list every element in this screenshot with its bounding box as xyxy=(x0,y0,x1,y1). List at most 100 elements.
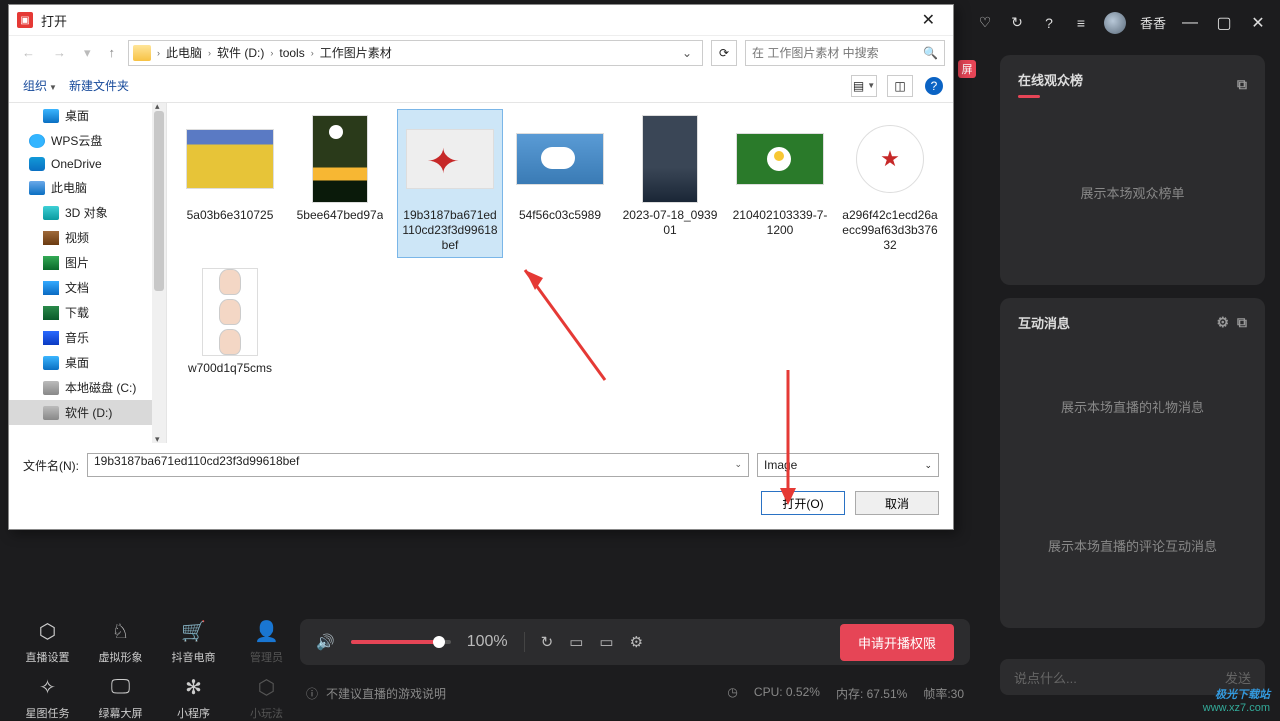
avatar[interactable] xyxy=(1104,12,1126,34)
tool-虚拟形象[interactable]: ♘虚拟形象 xyxy=(93,619,148,665)
tool-icon: ⬡ xyxy=(255,675,279,699)
breadcrumb-seg[interactable]: 工作图片素材 xyxy=(316,42,396,63)
tree-item[interactable]: OneDrive xyxy=(9,153,166,175)
file-item[interactable]: 54f56c03c5989 xyxy=(507,109,613,258)
screen2-icon[interactable]: ▭ xyxy=(599,633,613,651)
tool-icon: ✧ xyxy=(36,675,60,699)
tree-item-label: WPS云盘 xyxy=(51,132,102,149)
file-item[interactable]: 19b3187ba671ed110cd23f3d99618bef xyxy=(397,109,503,258)
status-bar: ⓘ 不建议直播的游戏说明 ◷ CPU: 0.52% 内存: 67.51% 帧率:… xyxy=(300,685,970,702)
panel-messages-body1: 展示本场直播的礼物消息 xyxy=(1000,397,1265,416)
tree-item-label: 3D 对象 xyxy=(65,204,108,221)
info-icon[interactable]: ⓘ xyxy=(306,685,318,702)
tool-icon: ✻ xyxy=(182,675,206,699)
close-button[interactable]: ✕ xyxy=(1248,13,1268,33)
apply-broadcast-button[interactable]: 申请开播权限 xyxy=(840,624,954,661)
tool-直播设置[interactable]: ⬡直播设置 xyxy=(20,619,75,665)
panel-messages-title: 互动消息 xyxy=(1018,313,1070,332)
tree-item[interactable]: 音乐 xyxy=(9,325,166,350)
minimize-button[interactable]: — xyxy=(1180,13,1200,33)
search-icon[interactable]: 🔍 xyxy=(923,46,938,60)
panel-messages: 互动消息 ⚙ ⧉ 展示本场直播的礼物消息 展示本场直播的评论互动消息 xyxy=(1000,298,1265,628)
tree-item[interactable]: 桌面 xyxy=(9,350,166,375)
dialog-footer: 文件名(N): 19b3187ba671ed110cd23f3d99618bef… xyxy=(9,443,953,529)
search-input[interactable]: 在 工作图片素材 中搜索 🔍 xyxy=(745,40,945,66)
tree-item[interactable]: 3D 对象 xyxy=(9,200,166,225)
heart-icon[interactable]: ♡ xyxy=(976,14,994,32)
refresh-button[interactable]: ⟳ xyxy=(711,40,737,66)
tool-星图任务[interactable]: ✧星图任务 xyxy=(20,675,75,721)
breadcrumb[interactable]: › 此电脑› 软件 (D:)› tools› 工作图片素材 ⌄ xyxy=(128,40,703,66)
refresh-icon[interactable]: ↻ xyxy=(541,633,554,651)
status-left[interactable]: 不建议直播的游戏说明 xyxy=(326,685,446,702)
file-item[interactable]: a296f42c1ecd26aecc99af63d3b37632 xyxy=(837,109,943,258)
dialog-close-button[interactable]: ✕ xyxy=(912,6,945,34)
breadcrumb-seg[interactable]: 软件 (D:) xyxy=(213,42,268,63)
volume-icon[interactable]: 🔊 xyxy=(316,633,335,651)
tree-item[interactable]: 桌面 xyxy=(9,103,166,128)
preview-pane-button[interactable]: ◫ xyxy=(887,75,913,97)
file-item[interactable]: 210402103339-7-1200 xyxy=(727,109,833,258)
gear-icon[interactable]: ⚙ xyxy=(630,633,643,651)
organize-button[interactable]: 组织▼ xyxy=(19,73,61,98)
file-item[interactable]: w700d1q75cms xyxy=(177,262,283,381)
filename-field[interactable]: 19b3187ba671ed110cd23f3d99618bef⌄ xyxy=(87,453,749,477)
file-thumbnail xyxy=(405,114,495,204)
tree-item[interactable]: 本地磁盘 (C:) xyxy=(9,375,166,400)
nav-recent-icon[interactable]: ▾ xyxy=(79,43,96,63)
tool-小程序[interactable]: ✻小程序 xyxy=(166,675,221,721)
control-bar: 🔊 100% ↻ ▭ ▭ ⚙ 申请开播权限 xyxy=(300,619,970,665)
popout-icon[interactable]: ⧉ xyxy=(1237,314,1247,331)
cancel-button[interactable]: 取消 xyxy=(855,491,939,515)
history-icon[interactable]: ↻ xyxy=(1008,14,1026,32)
tree-item[interactable]: 此电脑 xyxy=(9,175,166,200)
tree-item-icon xyxy=(43,406,59,420)
tool-抖音电商[interactable]: 🛒抖音电商 xyxy=(166,619,221,665)
volume-slider[interactable] xyxy=(351,640,451,644)
file-thumbnail xyxy=(515,114,605,204)
tree-item-label: 本地磁盘 (C:) xyxy=(65,379,136,396)
nav-back-icon[interactable]: ← xyxy=(17,43,40,62)
tree-item[interactable]: 下载 xyxy=(9,300,166,325)
open-button[interactable]: 打开(O) xyxy=(761,491,845,515)
screen-badge[interactable]: 屏 xyxy=(958,60,976,78)
file-item[interactable]: 5bee647bed97a xyxy=(287,109,393,258)
chevron-down-icon[interactable]: ⌄ xyxy=(676,46,698,60)
tree-item-label: OneDrive xyxy=(51,157,102,171)
tool-label: 虚拟形象 xyxy=(99,649,143,665)
tree-item-icon xyxy=(43,331,59,345)
search-placeholder: 在 工作图片素材 中搜索 xyxy=(752,44,879,61)
tree-item-icon xyxy=(43,381,59,395)
help-button[interactable]: ? xyxy=(925,77,943,95)
filetype-select[interactable]: Image⌄ xyxy=(757,453,939,477)
maximize-button[interactable]: ▢ xyxy=(1214,13,1234,33)
panel-underline xyxy=(1018,95,1040,98)
tree-scrollbar[interactable]: ▴▾ xyxy=(152,103,166,443)
tree-item[interactable]: WPS云盘 xyxy=(9,128,166,153)
help-icon[interactable]: ? xyxy=(1040,14,1058,32)
nav-forward-icon[interactable]: → xyxy=(48,43,71,62)
file-name: 5bee647bed97a xyxy=(297,208,384,223)
file-item[interactable]: 2023-07-18_093901 xyxy=(617,109,723,258)
file-open-dialog: ▣ 打开 ✕ ← → ▾ ↑ › 此电脑› 软件 (D:)› tools› 工作… xyxy=(8,4,954,530)
screen1-icon[interactable]: ▭ xyxy=(569,633,583,651)
tree-item[interactable]: 视频 xyxy=(9,225,166,250)
tool-绿幕大屏[interactable]: 🖵绿幕大屏 xyxy=(93,675,148,721)
nav-up-icon[interactable]: ↑ xyxy=(104,43,121,62)
settings-icon[interactable]: ⚙ xyxy=(1216,314,1229,331)
new-folder-button[interactable]: 新建文件夹 xyxy=(65,73,133,98)
breadcrumb-seg[interactable]: 此电脑 xyxy=(162,42,206,63)
popout-icon[interactable]: ⧉ xyxy=(1237,76,1247,93)
tool-管理员: 👤管理员 xyxy=(239,619,294,665)
view-mode-button[interactable]: ▤▼ xyxy=(851,75,877,97)
tree-item[interactable]: 图片 xyxy=(9,250,166,275)
tree-item[interactable]: 软件 (D:) xyxy=(9,400,166,425)
tree-item-label: 此电脑 xyxy=(51,179,87,196)
file-name: a296f42c1ecd26aecc99af63d3b37632 xyxy=(842,208,938,253)
menu-icon[interactable]: ≡ xyxy=(1072,14,1090,32)
tree-item-icon xyxy=(29,134,45,148)
file-item[interactable]: 5a03b6e310725 xyxy=(177,109,283,258)
chat-send[interactable]: 发送 xyxy=(1225,668,1251,687)
tree-item[interactable]: 文档 xyxy=(9,275,166,300)
breadcrumb-seg[interactable]: tools xyxy=(275,44,308,62)
